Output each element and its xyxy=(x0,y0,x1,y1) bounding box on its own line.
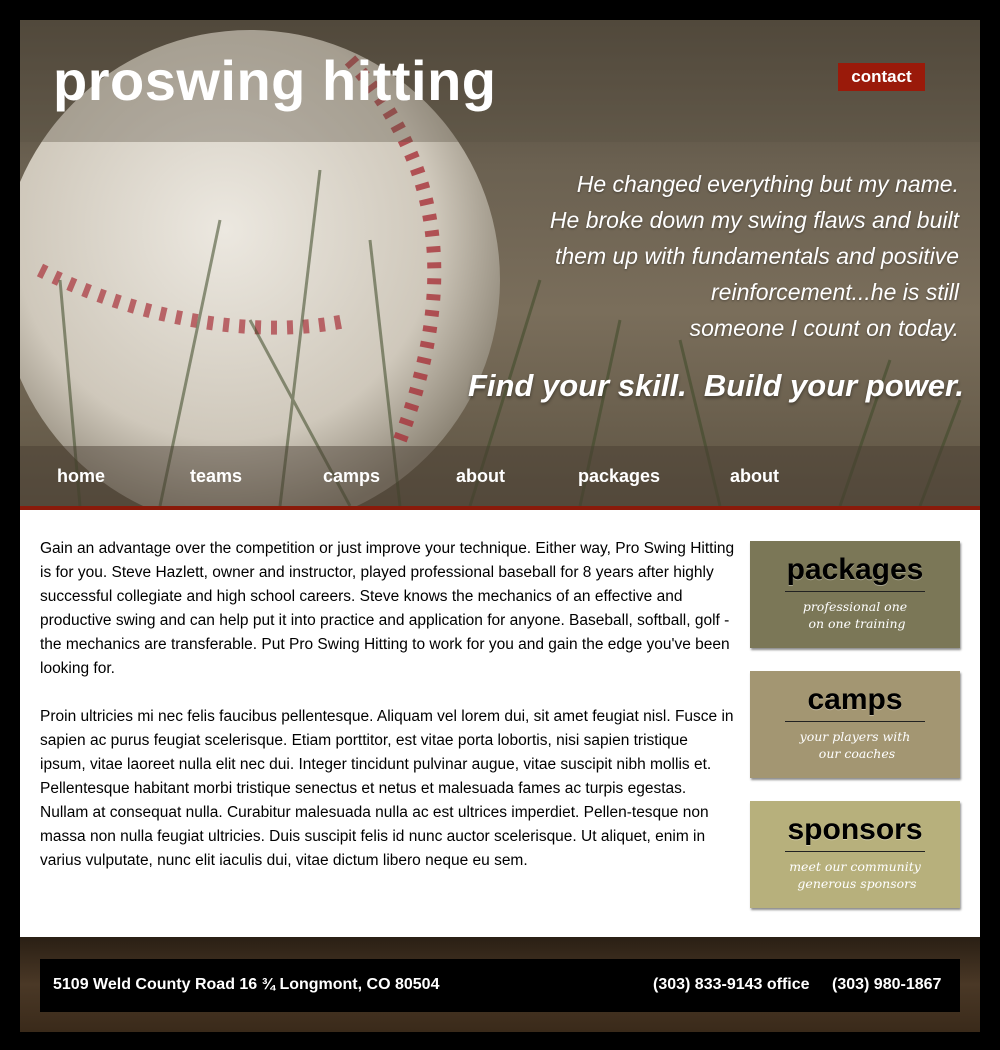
footer: 5109 Weld County Road 16 ¾ Longmont, CO … xyxy=(20,937,980,1032)
quote-line: He changed everything but my name. xyxy=(576,171,959,197)
nav-item-packages[interactable]: packages xyxy=(578,466,660,487)
nav-item-camps[interactable]: camps xyxy=(323,466,380,487)
camps-box-subtitle: your players with our coaches xyxy=(799,729,911,761)
tagline: Find your skill. Build your power. xyxy=(467,368,964,403)
site-title[interactable]: proswing hitting xyxy=(53,48,496,113)
box-divider xyxy=(785,851,925,852)
packages-box-subtitle: professional one on one training xyxy=(802,599,908,631)
footer-office-phone[interactable]: (303) 833-9143 office xyxy=(653,976,810,994)
testimonial-quote: He changed everything but my name. He br… xyxy=(499,166,959,346)
box-divider xyxy=(785,591,925,592)
nav-item-home[interactable]: home xyxy=(57,466,105,487)
footer-contact-bar: 5109 Weld County Road 16 ¾ Longmont, CO … xyxy=(40,959,960,1012)
hero-banner: proswing hitting contact He changed ever… xyxy=(20,20,980,506)
intro-paragraph: Gain an advantage over the competition o… xyxy=(40,540,735,677)
nav-item-about-2[interactable]: about xyxy=(730,466,779,487)
quote-line: someone I count on today. xyxy=(689,315,959,341)
hero-divider xyxy=(20,506,980,510)
sponsors-box[interactable]: sponsors meet our community generous spo… xyxy=(750,801,960,908)
sponsors-box-title: sponsors xyxy=(787,813,923,846)
quote-line: them up with fundamentals and positive xyxy=(554,243,959,269)
nav-item-teams[interactable]: teams xyxy=(190,466,242,487)
main-content: Gain an advantage over the competition o… xyxy=(40,537,735,897)
quote-line: He broke down my swing flaws and built xyxy=(549,207,959,233)
contact-button[interactable]: contact xyxy=(838,63,925,91)
page-frame: proswing hitting contact He changed ever… xyxy=(20,20,980,1032)
body-paragraph: Proin ultricies mi nec felis faucibus pe… xyxy=(40,708,734,869)
camps-box-title: camps xyxy=(807,683,903,716)
packages-box-title: packages xyxy=(786,553,924,586)
sponsors-box-subtitle: meet our community generous sponsors xyxy=(789,859,921,891)
box-divider xyxy=(785,721,925,722)
footer-mobile-phone[interactable]: (303) 980-1867 xyxy=(832,976,941,994)
footer-address: 5109 Weld County Road 16 ¾ Longmont, CO … xyxy=(53,976,440,993)
quote-line: reinforcement...he is still xyxy=(711,279,959,305)
main-nav: home teams camps about packages about xyxy=(20,446,980,506)
nav-item-about[interactable]: about xyxy=(456,466,505,487)
packages-box[interactable]: packages professional one on one trainin… xyxy=(750,541,960,648)
camps-box[interactable]: camps your players with our coaches xyxy=(750,671,960,778)
